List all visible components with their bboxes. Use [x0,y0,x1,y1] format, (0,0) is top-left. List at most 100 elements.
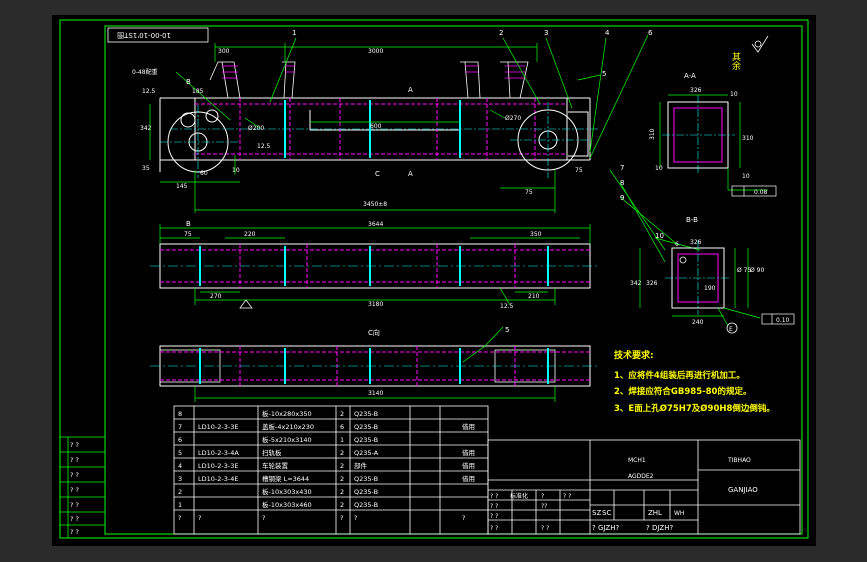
dim-145: 145 [176,183,188,190]
bom-cell-no: 2 [178,488,182,496]
bom-cell-no: 8 [178,410,182,418]
dim-bb-342: 342 [630,280,642,287]
tb-role-wh: WH [674,510,684,517]
tb-company: TIBHAO [727,457,751,464]
bom-cell-name: ? [262,514,265,522]
tb-label: ? ? [490,493,498,500]
view-title-c: C向 [368,328,380,337]
strip-cell: ? ? [70,515,79,523]
dim-plan-350: 350 [530,231,542,238]
bom-cell-note: 借用 [462,422,475,431]
section-mark-b-bottom: B [186,220,191,228]
balloon-10: 10 [655,232,664,240]
tb-label: ? ? [490,525,498,532]
dim-d270: Ø270 [505,115,521,122]
balloon-c-5: 5 [505,326,509,334]
bom-cell-qty: 2 [340,475,344,483]
tech-note-3: 3、E面上孔Ø75H7及Ø90H8倒边倒钝。 [614,403,775,414]
bom-cell-mat: Q235-B [354,475,378,483]
dim-plan-12-5: 12.5 [500,303,514,310]
dim-plan-3644: 3644 [368,221,383,228]
dim-bb-326b: 326 [690,239,702,246]
bom-cell-mat: Q235-B [354,488,378,496]
dim-aa-right: 310 [742,135,754,142]
section-mark-c: C [375,170,380,178]
tb-label: ? [541,493,544,500]
dim-bb-326: 326 [646,280,658,287]
bom-cell-note: 借用 [462,461,475,470]
tb-role-zhl: ZHL [648,509,662,517]
dim-aa-10a: 10 [730,91,738,98]
strip-cell: ? ? [70,456,79,464]
bom-cell-no: 1 [178,501,182,509]
dim-342: 342 [140,125,152,132]
bom-cell-note: ? [462,514,465,522]
tb-role-sc: SC [602,509,611,517]
bom-cell-qty: 2 [340,462,344,470]
balloon-3: 3 [544,29,548,37]
dim-plan-220: 220 [244,231,256,238]
bom-cell-no: 6 [178,436,182,444]
tech-title: 技术要求: [614,349,654,361]
bom-cell-qty: 2 [340,410,344,418]
bom-cell-code: LD10-2-3-4A [198,449,239,457]
tb-sig-2: ? DJZH? [646,524,673,532]
bom-cell-qty: 1 [340,436,344,444]
balloon-7: 7 [620,164,624,172]
cad-drawing-sheet: ? ? ? ? ? ? ? ? ? ? ? ? ? ? 10-00-10'1ST… [0,0,867,562]
dim-plan-3180: 3180 [368,301,383,308]
strip-cell: ? ? [70,486,79,494]
dim-300: 300 [218,48,230,55]
tb-label-standardize: 标准化 [510,492,528,500]
dim-counterweight: 0-48配重 [132,68,158,76]
balloon-5: 5 [602,70,606,78]
dim-12-5b: 12.5 [257,143,271,150]
dim-75: 75 [525,189,533,196]
bom-cell-note: 借用 [462,474,475,483]
dim-aa-top: 326 [690,87,702,94]
section-mark-a-top: A [408,86,413,94]
dim-75b: 75 [575,167,583,174]
surface-finish-text: 其余 [730,52,741,71]
dim-185: 185 [192,88,204,95]
tech-note-2: 2、焊接应符合GB985-80的规定。 [614,386,751,397]
view-title-aa: A-A [684,72,696,80]
bom-cell-code: LD10-2-3-3E [198,423,238,431]
tb-label: ?? [541,503,547,510]
bom-cell-mat: Q235-B [354,410,378,418]
dim-12-5: 12.5 [142,88,156,95]
tb-drawing-no: GANJIAO [728,486,758,494]
dim-d200: Ø200 [248,125,264,132]
view-title-bb: B-B [686,216,698,224]
bom-cell-mat: Q235-B [354,423,378,431]
tb-mark-ml: AGDDE2 [628,473,654,480]
bom-cell-qty: 2 [340,501,344,509]
strip-cell: ? ? [70,471,79,479]
dim-3000: 3000 [368,48,383,55]
dim-35: 35 [142,165,150,172]
tb-label: ? ? [541,525,549,532]
bom-cell-qty: 2 [340,488,344,496]
bom-cell-mat: Q235-B [354,501,378,509]
bom-cell-name: 板-5x210x3140 [262,435,312,444]
bom-cell-mat: 部件 [354,461,368,470]
bom-cell-code: LD10-2-3-4E [198,475,238,483]
dim-aa-10c: 10 [742,173,750,180]
bom-cell-mat: Q235-A [354,449,379,457]
bom-cell-name: 板-10x303x460 [262,500,312,509]
bom-cell-qty: ? [340,514,343,522]
dim-3450: 3450±8 [363,201,387,208]
tech-note-1: 1、应将件4组装后再进行机加工。 [614,370,745,381]
tb-sig-1: ? GJZH? [592,524,619,532]
dim-bb-190: 190 [704,285,716,292]
bom-cell-name: 扫轨板 [262,448,282,457]
section-mark-a-bottom: A [408,170,413,178]
bom-cell-name: 车轮装置 [262,461,289,470]
bom-cell-qty: 2 [340,449,344,457]
balloon-8: 8 [620,179,624,187]
datum-e: E [729,326,733,333]
dim-plan-210: 210 [528,293,540,300]
gdt-value-bb: 0.10 [776,317,790,324]
tb-label: ? ? [490,513,498,520]
strip-cell: ? ? [70,528,79,536]
